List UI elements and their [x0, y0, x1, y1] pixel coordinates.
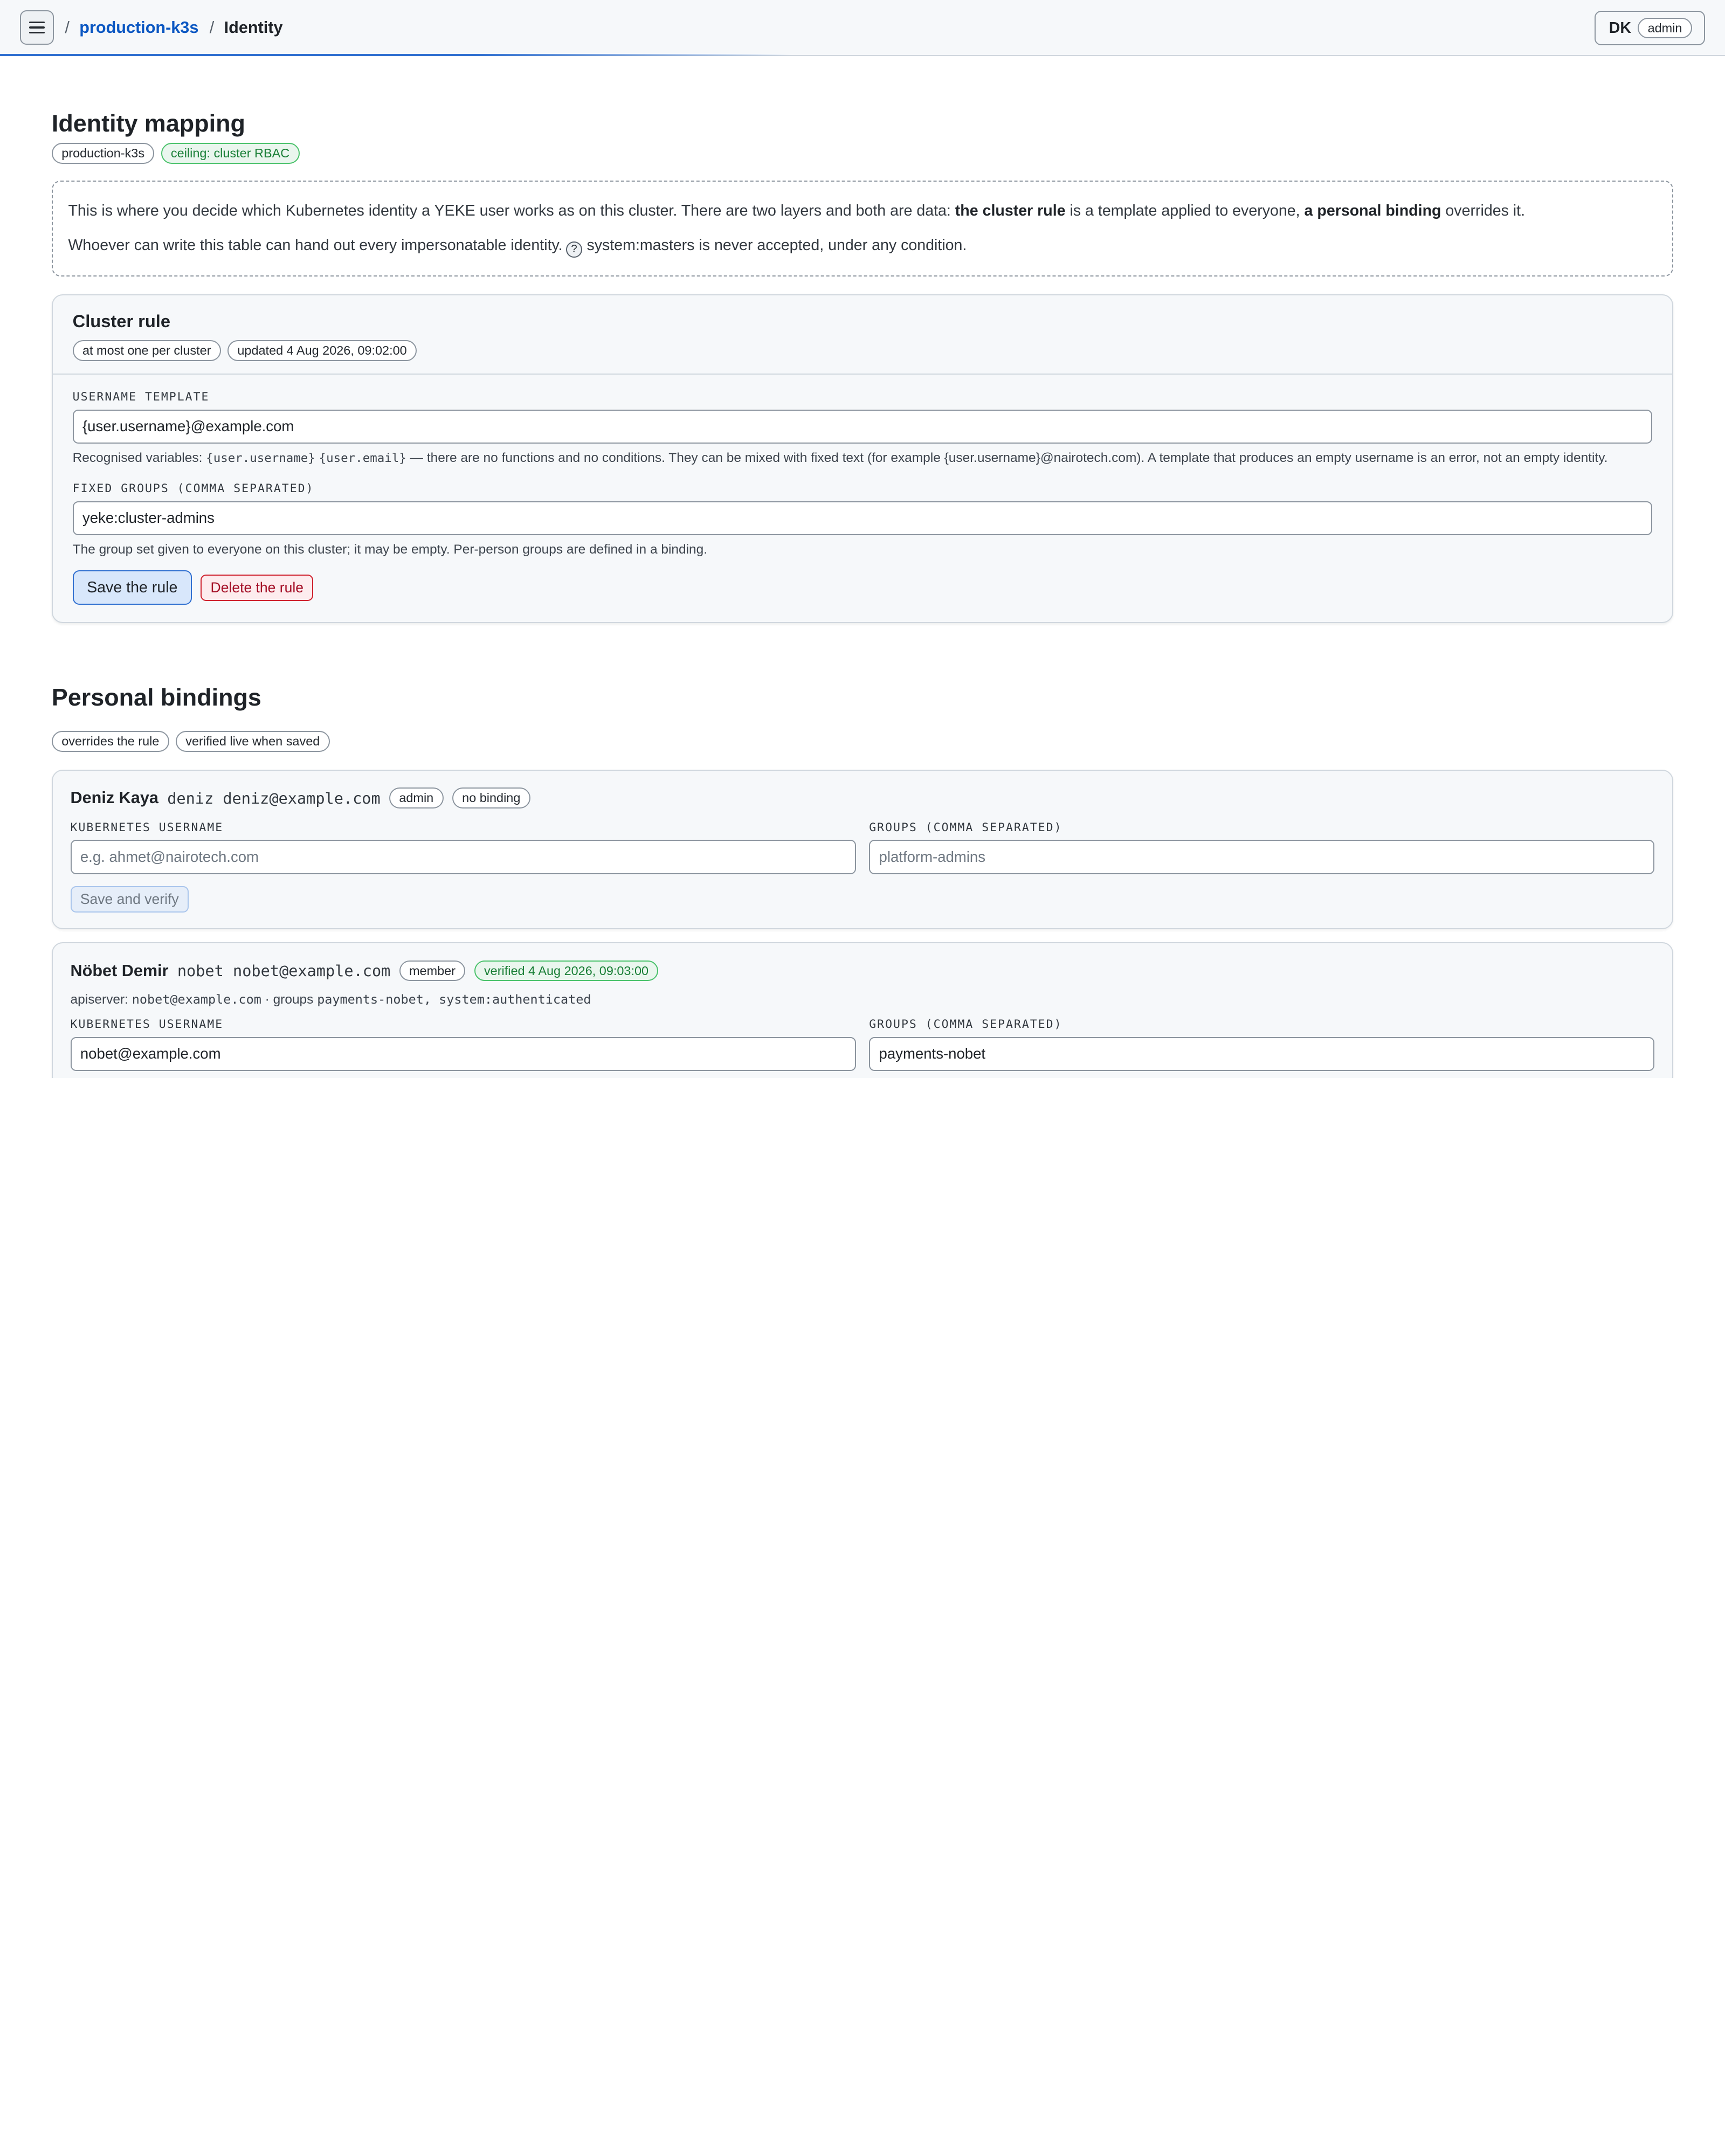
hamburger-icon	[29, 21, 45, 34]
help-icon[interactable]: ?	[565, 241, 583, 258]
save-rule-button[interactable]: Save the rule	[72, 570, 192, 605]
rule-cardinality-badge: at most one per cluster	[72, 340, 221, 362]
rule-updated-badge: updated 4 Aug 2026, 09:02:00	[227, 340, 417, 362]
k8s-username-input[interactable]	[70, 1036, 856, 1072]
info-line-2: Whoever can write this table can hand ou…	[68, 234, 1657, 258]
cluster-rule-card: Cluster rule at most one per cluster upd…	[51, 294, 1674, 624]
binding-status-badge: verified 4 Aug 2026, 09:03:00	[474, 960, 659, 982]
username-template-hint: Recognised variables: {user.username} {u…	[72, 451, 1608, 466]
user-initials: DK	[1609, 19, 1632, 37]
page-title: Identity mapping	[51, 109, 245, 137]
info-box: This is where you decide which Kubernete…	[51, 180, 1674, 277]
binding-user-name: Deniz Kaya	[70, 789, 158, 807]
binding-card: Deniz Kaya deniz deniz@example.com admin…	[51, 769, 1674, 929]
groups-input[interactable]	[869, 1036, 1655, 1072]
info-line-1: This is where you decide which Kubernete…	[68, 202, 1526, 220]
fixed-groups-label: FIXED GROUPS (COMMA SEPARATED)	[72, 481, 314, 495]
main-content: Identity mapping production-k3s ceiling:…	[0, 108, 1725, 1078]
binding-status-badge: no binding	[452, 787, 530, 809]
cluster-rule-badges: at most one per cluster updated 4 Aug 20…	[72, 340, 1653, 362]
breadcrumb-current: Identity	[224, 18, 283, 37]
username-template-label: USERNAME TEMPLATE	[72, 390, 210, 404]
top-bar: / production-k3s / Identity DK admin	[0, 0, 1725, 57]
cluster-rule-header: Cluster rule at most one per cluster upd…	[52, 295, 1673, 375]
binding-user-login: nobet nobet@example.com	[177, 962, 391, 980]
binding-role-badge: admin	[389, 787, 444, 809]
k8s-username-label: KUBERNETES USERNAME	[70, 820, 224, 834]
user-menu-button[interactable]: DK admin	[1595, 11, 1706, 45]
cluster-rule-actions: Save the rule Delete the rule	[72, 570, 1653, 605]
ceiling-badge: ceiling: cluster RBAC	[161, 143, 300, 164]
overrides-badge: overrides the rule	[51, 731, 169, 752]
binding-header: Deniz Kaya deniz deniz@example.com admin…	[71, 786, 1655, 810]
binding-card: Nöbet Demir nobet nobet@example.com memb…	[51, 942, 1674, 1078]
cluster-rule-title: Cluster rule	[72, 311, 171, 331]
personal-bindings-title: Personal bindings	[51, 683, 261, 711]
breadcrumb-cluster-link[interactable]: production-k3s	[79, 18, 198, 37]
groups-label: GROUPS (COMMA SEPARATED)	[869, 1018, 1062, 1032]
binding-fields: KUBERNETES USERNAME GROUPS (COMMA SEPARA…	[70, 1017, 1655, 1072]
binding-user-name: Nöbet Demir	[70, 961, 169, 980]
save-and-verify-button[interactable]: Save and verify	[70, 886, 189, 913]
user-role-badge: admin	[1638, 17, 1692, 39]
groups-input[interactable]	[869, 840, 1655, 874]
cluster-badge: production-k3s	[51, 143, 155, 164]
fixed-groups-hint: The group set given to everyone on this …	[72, 542, 708, 557]
k8s-username-label: KUBERNETES USERNAME	[70, 1018, 224, 1032]
binding-header: Nöbet Demir nobet nobet@example.com memb…	[71, 959, 1655, 983]
breadcrumb-separator: /	[209, 18, 215, 37]
binding-role-badge: member	[399, 960, 466, 982]
delete-rule-button[interactable]: Delete the rule	[201, 574, 314, 601]
binding-user-login: deniz deniz@example.com	[167, 789, 381, 807]
k8s-username-input[interactable]	[70, 840, 856, 874]
username-template-input[interactable]	[72, 409, 1653, 444]
apiserver-summary: apiserver: nobet@example.com · groups pa…	[70, 991, 591, 1007]
breadcrumb-separator: /	[65, 18, 70, 37]
app-page: / production-k3s / Identity DK admin Ide…	[0, 0, 1725, 1078]
hamburger-menu-button[interactable]	[19, 10, 54, 45]
verified-live-badge: verified live when saved	[175, 731, 330, 752]
page-badges: production-k3s ceiling: cluster RBAC	[51, 143, 1673, 164]
personal-bindings-badges: overrides the rule verified live when sa…	[51, 731, 1673, 752]
fixed-groups-input[interactable]	[72, 501, 1653, 535]
binding-actions: Save and verify	[70, 886, 1655, 913]
binding-fields: KUBERNETES USERNAME GROUPS (COMMA SEPARA…	[70, 820, 1655, 874]
groups-label: GROUPS (COMMA SEPARATED)	[869, 820, 1062, 834]
cluster-rule-body: USERNAME TEMPLATE Recognised variables: …	[53, 375, 1672, 623]
